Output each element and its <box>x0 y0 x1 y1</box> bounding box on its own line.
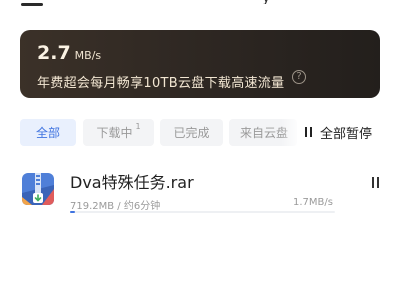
task-speed: 1.7MB/s <box>293 197 333 208</box>
task-progress-fill <box>70 211 76 213</box>
tab-count-badge: 1 <box>135 122 141 131</box>
task-progress-bar <box>70 211 335 213</box>
tab-downloading[interactable]: 下载中 1 <box>83 119 154 146</box>
pause-icon <box>305 127 312 137</box>
pause-all-button[interactable]: 全部暂停 <box>305 121 372 143</box>
pause-all-label: 全部暂停 <box>320 126 373 142</box>
help-icon[interactable]: ? <box>292 70 306 84</box>
speed-unit: MB/s <box>74 49 102 62</box>
rar-archive-icon <box>20 171 56 207</box>
tab-label: 下载中 <box>96 126 133 140</box>
tab-all[interactable]: 全部 <box>20 119 76 146</box>
tab-scroll-fade <box>281 117 301 148</box>
tab-label: 全部 <box>35 126 60 140</box>
tab-label: 已完成 <box>173 126 210 140</box>
task-progress-text: 719.2MB / 约6分钟 <box>70 201 161 212</box>
task-file-name[interactable]: Dva特殊任务.rar <box>70 169 194 193</box>
promo-banner[interactable]: 2.7 MB/s 年费超会每月畅享10TB云盘下载高速流量 ? <box>20 30 380 98</box>
tab-completed[interactable]: 已完成 <box>160 119 223 146</box>
task-pause-icon[interactable] <box>372 177 379 188</box>
speed-display: 2.7 MB/s <box>37 42 101 64</box>
header-underline <box>21 3 43 6</box>
promo-text: 年费超会每月畅享10TB云盘下载高速流量 <box>37 76 285 91</box>
speed-value: 2.7 <box>37 42 71 64</box>
header-partial-glyph: y <box>262 0 278 4</box>
